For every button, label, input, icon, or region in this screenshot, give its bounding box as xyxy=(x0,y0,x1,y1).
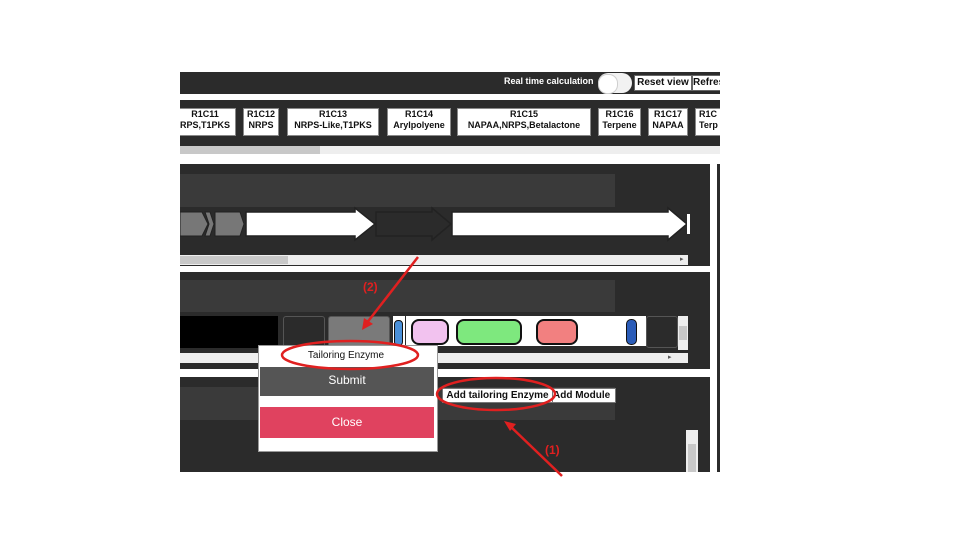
annotation-step2: (2) xyxy=(363,280,378,294)
highlight-ellipse-input xyxy=(280,339,420,371)
annotation-step1: (1) xyxy=(545,443,560,457)
annotation-overlay xyxy=(280,256,563,477)
highlight-ellipse-add-enzyme xyxy=(435,376,557,412)
arrow-head-step2 xyxy=(362,318,373,330)
